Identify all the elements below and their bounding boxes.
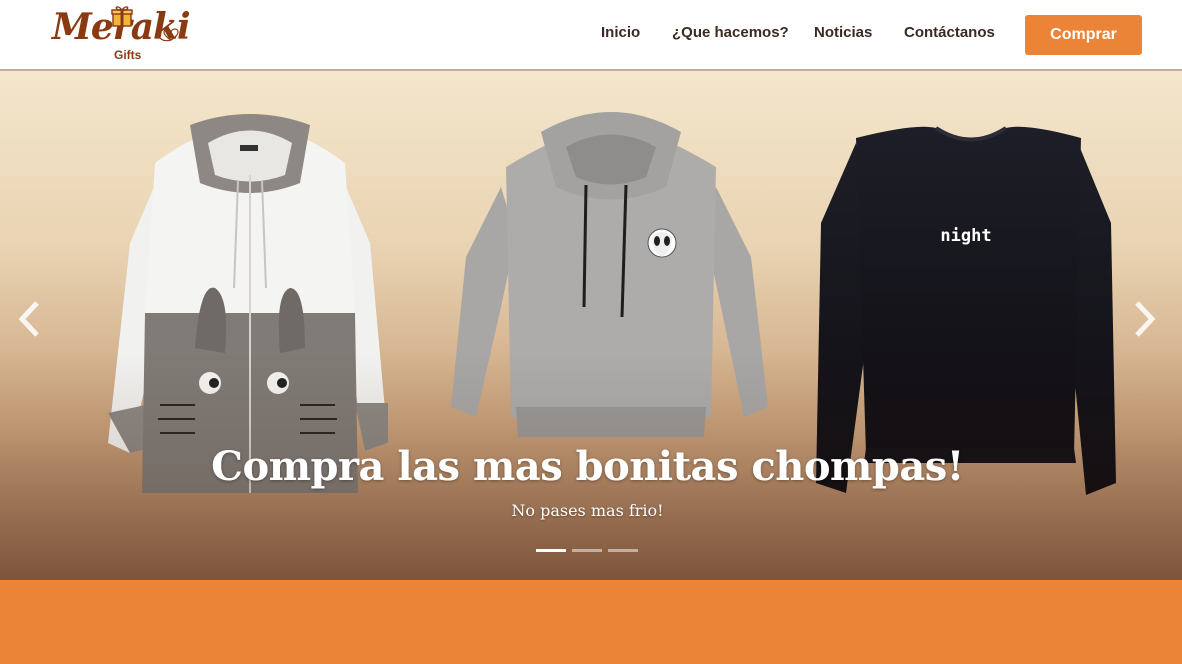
nav-item-inicio[interactable]: Inicio	[601, 24, 640, 41]
carousel-prev-button[interactable]	[12, 299, 48, 339]
carousel-caption-title: Compra las mas bonitas chompas!	[211, 443, 964, 490]
nav-item-contactanos[interactable]: Contáctanos	[904, 24, 995, 41]
nav-item-que-hacemos[interactable]: ¿Que hacemos?	[672, 24, 789, 41]
carousel-indicator-3[interactable]	[608, 549, 638, 552]
chevron-left-icon	[18, 301, 39, 337]
nav-item-noticias[interactable]: Noticias	[814, 24, 872, 41]
comprar-button[interactable]: Comprar	[1025, 15, 1142, 55]
navbar: Meraki Gifts Inicio ¿Que hacemos? Notici…	[0, 0, 1182, 71]
chevron-right-icon	[1135, 301, 1156, 337]
carousel-indicator-2[interactable]	[572, 549, 602, 552]
carousel-next-button[interactable]	[1126, 299, 1162, 339]
carousel-caption-subtitle: No pases mas frio!	[511, 501, 664, 520]
orange-section	[0, 580, 1182, 664]
main-nav: Inicio ¿Que hacemos? Noticias Contáctano…	[0, 0, 1182, 69]
hero-carousel: night Compra las mas bonitas chompas! No…	[0, 71, 1182, 580]
carousel-indicators	[536, 549, 638, 552]
carousel-indicator-1[interactable]	[536, 549, 566, 552]
